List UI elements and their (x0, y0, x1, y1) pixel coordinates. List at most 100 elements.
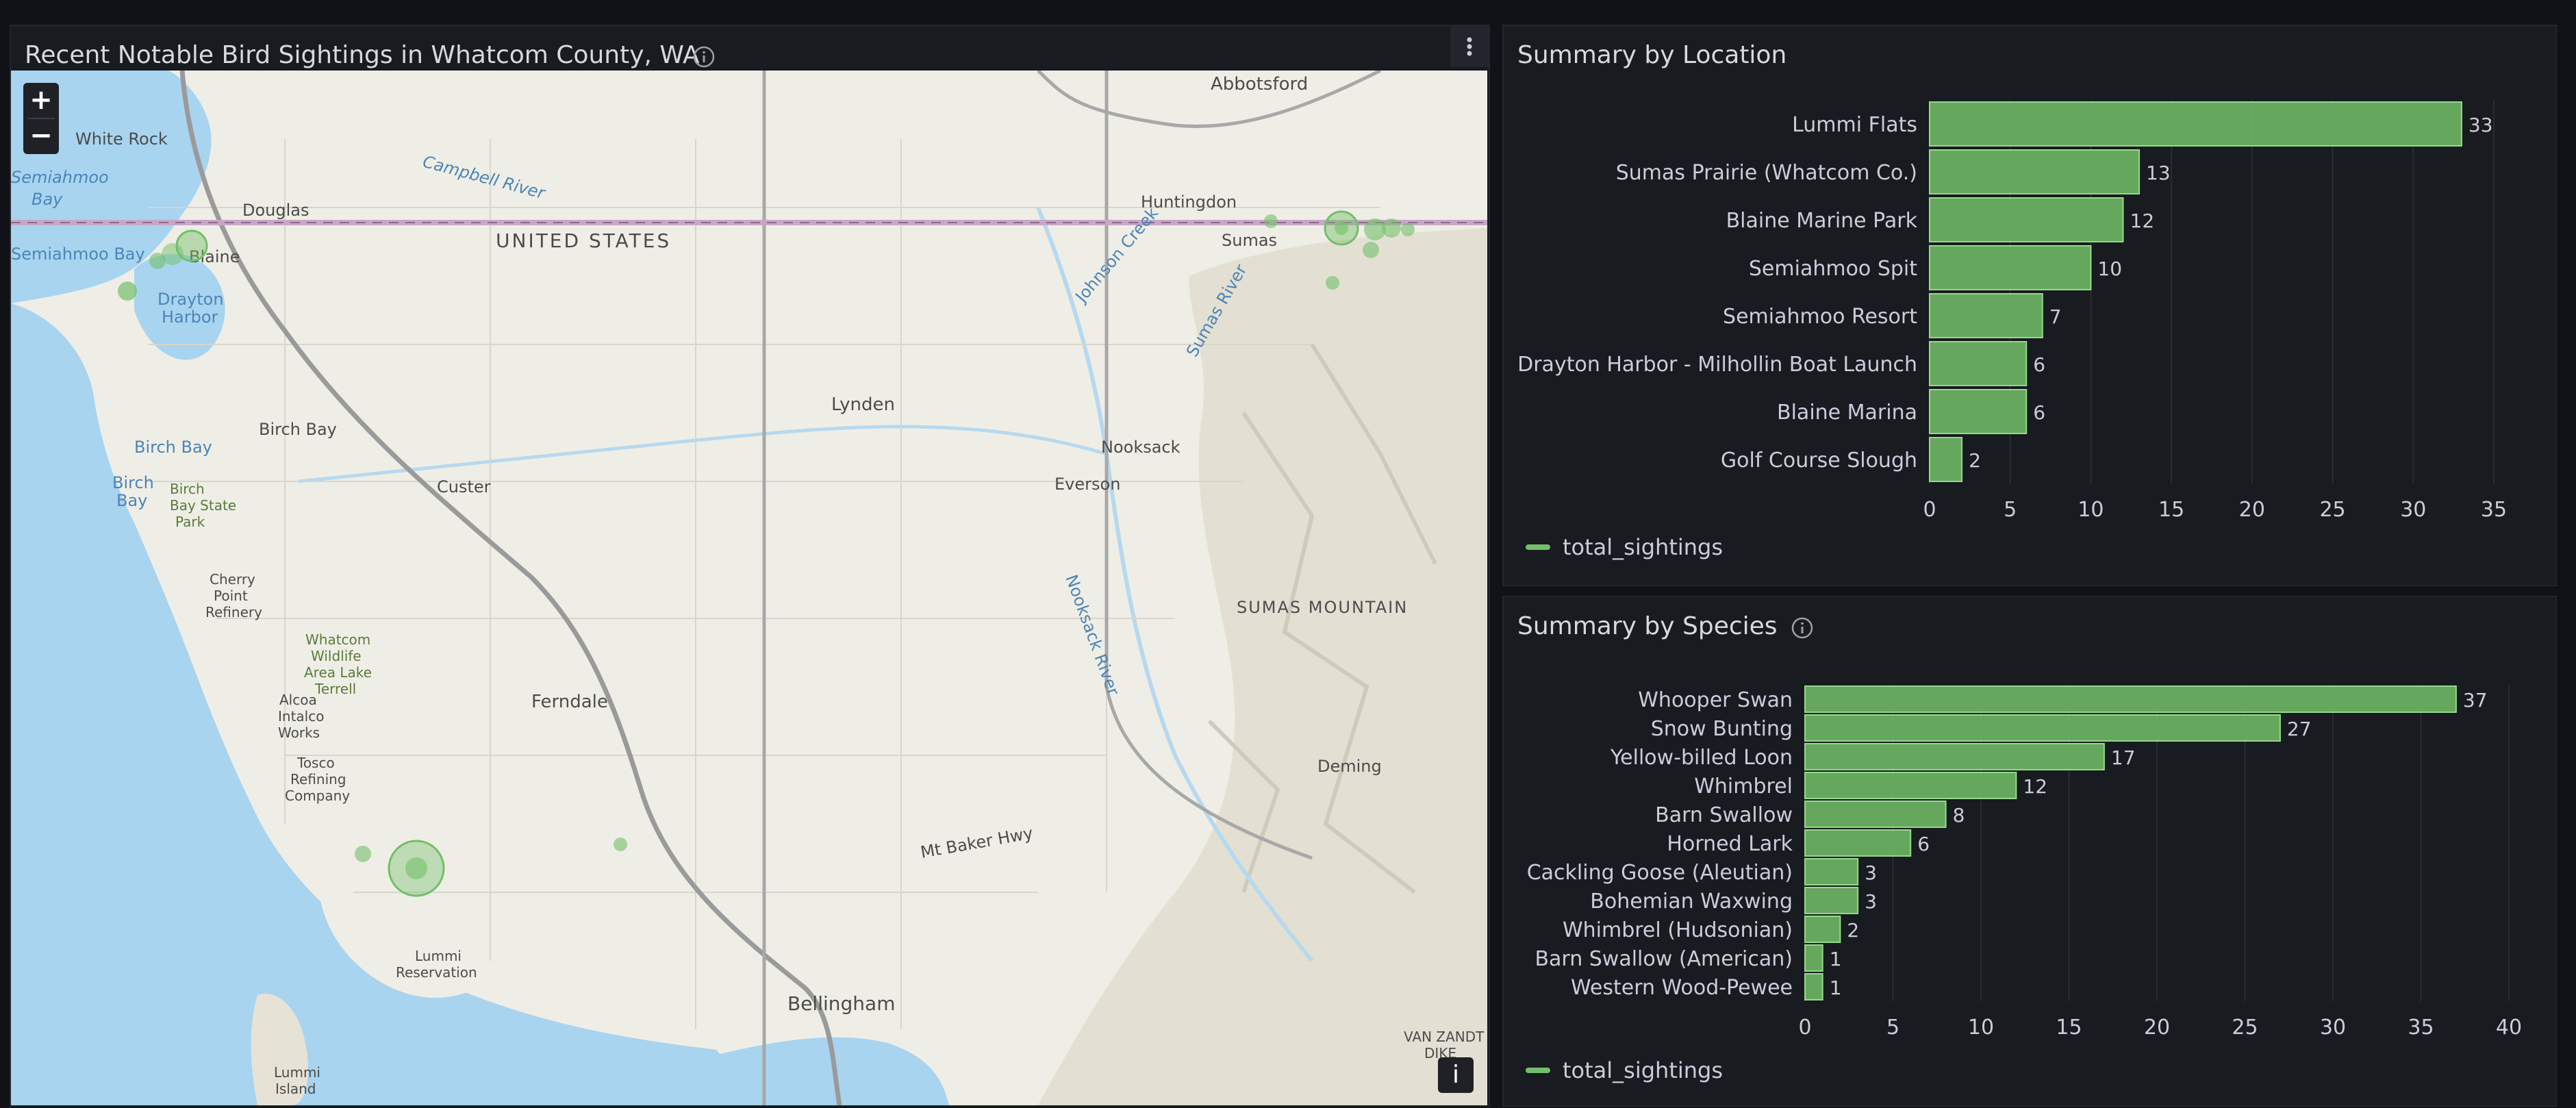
category-label: Semiahmoo Resort (1723, 305, 1917, 329)
svg-text:Cherry: Cherry (210, 571, 255, 588)
map-canvas[interactable]: Abbotsford White Rock Semiahmoo Bay Doug… (11, 71, 1487, 1105)
map-panel-title: Recent Notable Bird Sightings in Whatcom… (25, 41, 700, 69)
svg-text:Birch: Birch (170, 481, 205, 497)
sighting-marker (149, 253, 166, 269)
bar (1804, 743, 2105, 770)
bar (1929, 197, 2124, 242)
svg-text:Douglas: Douglas (242, 201, 310, 220)
location-legend[interactable]: total_sightings (1526, 534, 1723, 560)
svg-text:VAN ZANDT: VAN ZANDT (1404, 1029, 1485, 1045)
bar (1804, 944, 1823, 972)
category-label: Yellow-billed Loon (1610, 746, 1793, 770)
data-label: 12 (2130, 210, 2155, 232)
x-tick-label: 25 (2319, 498, 2345, 522)
x-tick-label: 30 (2320, 1016, 2346, 1040)
svg-text:UNITED STATES: UNITED STATES (496, 229, 671, 252)
zoom-control: + − (23, 83, 59, 154)
data-label: 7 (2049, 305, 2062, 328)
category-label: Whooper Swan (1638, 688, 1793, 712)
x-tick-label: 30 (2400, 498, 2426, 522)
species-legend[interactable]: total_sightings (1526, 1057, 1723, 1083)
category-label: Barn Swallow (1655, 803, 1793, 827)
sighting-marker (1401, 223, 1415, 236)
species-panel-title: Summary by Species (1517, 612, 1778, 640)
svg-text:Terrell: Terrell (314, 681, 356, 697)
svg-text:Harbor: Harbor (162, 307, 218, 327)
svg-text:Island: Island (275, 1081, 316, 1097)
category-label: Snow Bunting (1651, 717, 1793, 741)
data-label: 2 (1847, 919, 1859, 942)
category-label: Blaine Marina (1777, 401, 1917, 425)
data-label: 37 (2463, 689, 2488, 712)
sighting-marker (118, 281, 137, 301)
svg-text:Sumas: Sumas (1222, 231, 1277, 250)
bar (1804, 973, 1823, 1000)
legend-label: total_sightings (1563, 534, 1723, 560)
species-bar-chart: 0 5 10 15 20 25 30 35 40 Whooper Swan 37 Snow Bunti… (1527, 685, 2522, 1040)
panel-menu-button[interactable] (1450, 26, 1489, 67)
svg-text:Semiahmoo: Semiahmoo (11, 168, 109, 187)
info-icon[interactable] (1790, 616, 1815, 640)
category-label: Western Wood-Pewee (1571, 976, 1793, 1000)
category-label: Lummi Flats (1792, 113, 1917, 137)
data-label: 2 (1969, 449, 1981, 472)
sighting-marker (614, 838, 627, 851)
category-label: Barn Swallow (American) (1535, 947, 1793, 971)
sighting-marker (405, 857, 427, 879)
x-tick-label: 5 (2004, 498, 2017, 522)
bar (1804, 685, 2457, 713)
svg-text:Works: Works (278, 725, 320, 741)
data-label: 3 (1865, 861, 1877, 884)
svg-text:Deming: Deming (1317, 757, 1382, 776)
svg-text:Refinery: Refinery (205, 604, 262, 620)
bar (1804, 858, 1859, 885)
x-tick-label: 35 (2408, 1016, 2434, 1040)
svg-text:Huntingdon: Huntingdon (1141, 192, 1237, 212)
x-tick-label: 35 (2481, 498, 2507, 522)
data-label: 6 (1917, 833, 1930, 855)
bar (1929, 101, 2462, 147)
svg-text:Tosco: Tosco (296, 755, 335, 771)
bar (1929, 293, 2043, 338)
x-tick-label: 40 (2496, 1016, 2522, 1040)
svg-text:Abbotsford: Abbotsford (1211, 74, 1308, 95)
bar (1929, 245, 2092, 290)
x-tick-label: 20 (2239, 498, 2265, 522)
svg-text:Company: Company (285, 788, 350, 804)
svg-text:Refining: Refining (290, 771, 346, 788)
sighting-marker (1382, 218, 1401, 238)
svg-text:Birch Bay: Birch Bay (134, 438, 212, 457)
bar (1929, 149, 2141, 194)
bar (1804, 772, 2017, 799)
sighting-marker (1264, 214, 1278, 228)
svg-text:Bay: Bay (116, 491, 147, 510)
category-label: Whimbrel (1694, 775, 1793, 798)
attribution-button[interactable]: i (1438, 1057, 1474, 1093)
sighting-marker (355, 846, 371, 862)
location-panel-title: Summary by Location (1517, 41, 1787, 69)
data-label: 17 (2111, 746, 2136, 769)
svg-text:Whatcom: Whatcom (305, 631, 370, 648)
zoom-in-button[interactable]: + (23, 83, 59, 118)
category-label: Horned Lark (1667, 832, 1793, 856)
data-label: 33 (2468, 114, 2493, 136)
svg-text:Lummi: Lummi (415, 948, 462, 964)
category-label: Golf Course Slough (1721, 449, 1917, 473)
data-label: 1 (1830, 948, 1842, 970)
data-label: 6 (2033, 353, 2045, 376)
bar (1929, 341, 2028, 386)
info-icon[interactable] (692, 45, 716, 69)
svg-text:Lynden: Lynden (831, 394, 895, 415)
svg-text:Ferndale: Ferndale (531, 692, 608, 712)
x-tick-label: 10 (2078, 498, 2104, 522)
svg-text:Bay State: Bay State (170, 497, 236, 514)
x-tick-label: 5 (1886, 1016, 1899, 1040)
category-label: Drayton Harbor - Milhollin Boat Launch (1517, 353, 1917, 377)
svg-text:Birch: Birch (112, 473, 154, 492)
svg-text:Point: Point (214, 588, 248, 604)
legend-swatch (1526, 1068, 1550, 1073)
zoom-out-button[interactable]: − (23, 118, 59, 154)
bar (1804, 887, 1859, 914)
svg-text:Area Lake: Area Lake (304, 664, 372, 681)
bar (1929, 437, 1963, 482)
